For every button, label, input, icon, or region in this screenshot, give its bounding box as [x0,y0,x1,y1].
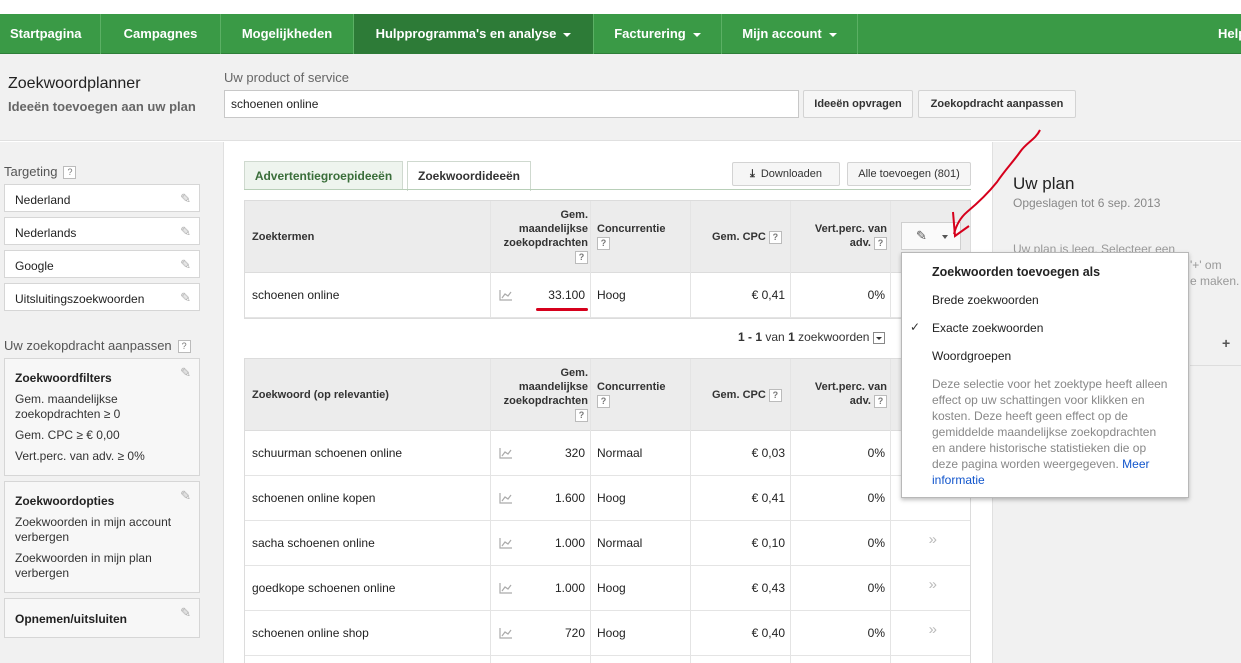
table-row: schoenen online 33.100 Hoog € 0,41 0% [245,273,970,318]
pencil-icon[interactable]: ✎ [180,365,191,381]
nav-help[interactable]: Help [1208,14,1241,54]
plan-empty-text-2: '+' om [1190,258,1222,272]
pencil-icon[interactable]: ✎ [180,191,191,207]
help-icon[interactable]: ? [177,340,191,354]
match-type-dropdown: Zoekwoorden toevoegen als Brede zoekwoor… [901,252,1189,498]
help-icon[interactable]: ? [575,251,588,265]
nav-startpagina[interactable]: Startpagina [0,14,101,54]
main-nav: Startpagina Campagnes Mogelijkheden Hulp… [0,14,1241,54]
table-row: schuurman schoenen online 320 Normaal € … [245,431,970,476]
col-keyword[interactable]: Zoekwoord (op relevantie) [252,388,389,402]
search-terms-header: Zoektermen Gem. maandelijkse zoekopdrach… [245,201,970,273]
column-divider [790,201,791,318]
keyword-ideas-header: Zoekwoord (op relevantie) Gem. maandelij… [245,359,970,431]
targeting-heading: Targeting? [4,164,77,180]
help-icon[interactable]: ? [597,395,610,409]
column-divider [690,359,691,663]
page-title: Zoekwoordplanner [8,75,141,92]
modify-search-heading: Uw zoekopdracht aanpassen? [4,338,191,354]
add-to-plan-icon[interactable]: » [929,611,937,649]
col-ad-share[interactable]: Vert.perc. van adv. ? [801,380,887,409]
download-button[interactable]: ⤓ Downloaden [732,162,840,186]
add-icon[interactable]: + [1222,335,1230,351]
modify-search-button[interactable]: Zoekopdracht aanpassen [918,90,1076,118]
column-divider [590,201,591,318]
table-row: schoenen online shop 720 Hoog € 0,40 0% … [245,611,970,656]
plan-divider [1190,365,1241,366]
column-divider [490,201,491,318]
help-icon[interactable]: ? [63,166,77,180]
pencil-icon[interactable]: ✎ [180,605,191,621]
pager: 1 - 1 van 1 zoekwoorden [738,330,886,344]
tab-divider [244,189,971,190]
tab-keyword-ideas[interactable]: Zoekwoordideeën [407,161,531,191]
annotation-arrow [952,129,1041,238]
tab-adgroup-ideas[interactable]: Advertentiegroepideeën [244,161,403,190]
keyword-options-card[interactable]: Zoekwoordopties ✎ Zoekwoorden in mijn ac… [4,481,200,593]
nav-campagnes[interactable]: Campagnes [101,14,221,54]
nav-mogelijkheden[interactable]: Mogelijkheden [221,14,354,54]
page-subtitle: Ideeën toevoegen aan uw plan [8,99,196,114]
column-divider [890,359,891,663]
annotation-underline [536,308,588,311]
col-avg-monthly-searches[interactable]: Gem. maandelijkse zoekopdrachten ? [490,366,588,423]
product-label: Uw product of service [224,70,349,85]
pencil-icon[interactable]: ✎ [180,224,191,240]
option-exact-match[interactable]: Exacte zoekwoorden [932,321,1043,335]
column-divider [490,359,491,663]
plan-empty-text-3: e maken. [1190,274,1240,288]
nav-mijn-account[interactable]: Mijn account [722,14,858,54]
col-competition[interactable]: Concurrentie ? [597,222,665,251]
table-row: schoenen online kopen 1.600 Hoog € 0,41 … [245,476,970,521]
dropdown-title: Zoekwoorden toevoegen als [932,265,1101,279]
help-icon[interactable]: ? [768,231,782,245]
get-ideas-button[interactable]: Ideeën opvragen [803,90,913,118]
match-type-description: Deze selectie voor het zoektype heeft al… [932,377,1168,487]
pencil-icon: ✎ [916,228,927,243]
column-divider [790,359,791,663]
table-row: goedkope schoenen online 1.000 Hoog € 0,… [245,566,970,611]
help-icon[interactable]: ? [768,389,782,403]
col-search-term[interactable]: Zoektermen [252,230,314,244]
search-terms-table: Zoektermen Gem. maandelijkse zoekopdrach… [244,200,971,319]
chevron-down-icon [563,32,572,37]
col-ad-share[interactable]: Vert.perc. van adv. ? [801,222,887,251]
column-divider [890,201,891,318]
help-icon[interactable]: ? [597,237,610,251]
col-avg-cpc[interactable]: Gem. CPC ? [712,230,782,245]
chevron-down-icon [692,32,701,37]
column-divider [690,201,691,318]
keyword-ideas-table: Zoekwoord (op relevantie) Gem. maandelij… [244,358,971,663]
keyword-filters-card[interactable]: Zoekwoordfilters ✎ Gem. maandelijkse zoe… [4,358,200,476]
column-divider [590,359,591,663]
col-avg-monthly-searches[interactable]: Gem. maandelijkse zoekopdrachten ? [490,208,588,265]
add-to-plan-icon[interactable]: » [929,521,937,559]
download-icon: ⤓ [749,168,755,180]
include-exclude-card[interactable]: Opnemen/uitsluiten ✎ [4,598,200,638]
targeting-location[interactable]: Nederland ✎ [4,184,200,212]
nav-tools-analysis[interactable]: Hulpprogramma's en analyse [354,14,594,54]
targeting-negative-keywords[interactable]: Uitsluitingszoekwoorden ✎ [4,283,200,311]
pencil-icon[interactable]: ✎ [180,257,191,273]
col-avg-cpc[interactable]: Gem. CPC ? [712,388,782,403]
pencil-icon[interactable]: ✎ [180,488,191,504]
help-icon[interactable]: ? [874,237,887,251]
option-broad-match[interactable]: Brede zoekwoorden [932,293,1039,307]
pencil-icon[interactable]: ✎ [180,290,191,306]
product-input[interactable] [224,90,799,118]
col-competition[interactable]: Concurrentie ? [597,380,665,409]
help-icon[interactable]: ? [874,395,887,409]
chevron-down-icon [828,32,837,37]
checkmark-icon: ✓ [910,320,921,334]
nav-facturering[interactable]: Facturering [594,14,722,54]
table-row: sacha schoenen online 1.000 Normaal € 0,… [245,521,970,566]
targeting-network[interactable]: Google ✎ [4,250,200,278]
option-phrase-match[interactable]: Woordgroepen [932,349,1011,363]
top-strip [0,0,1241,14]
help-icon[interactable]: ? [575,409,588,423]
add-to-plan-icon[interactable]: » [929,566,937,604]
targeting-language[interactable]: Nederlands ✎ [4,217,200,245]
pager-dropdown-button[interactable] [873,331,886,344]
